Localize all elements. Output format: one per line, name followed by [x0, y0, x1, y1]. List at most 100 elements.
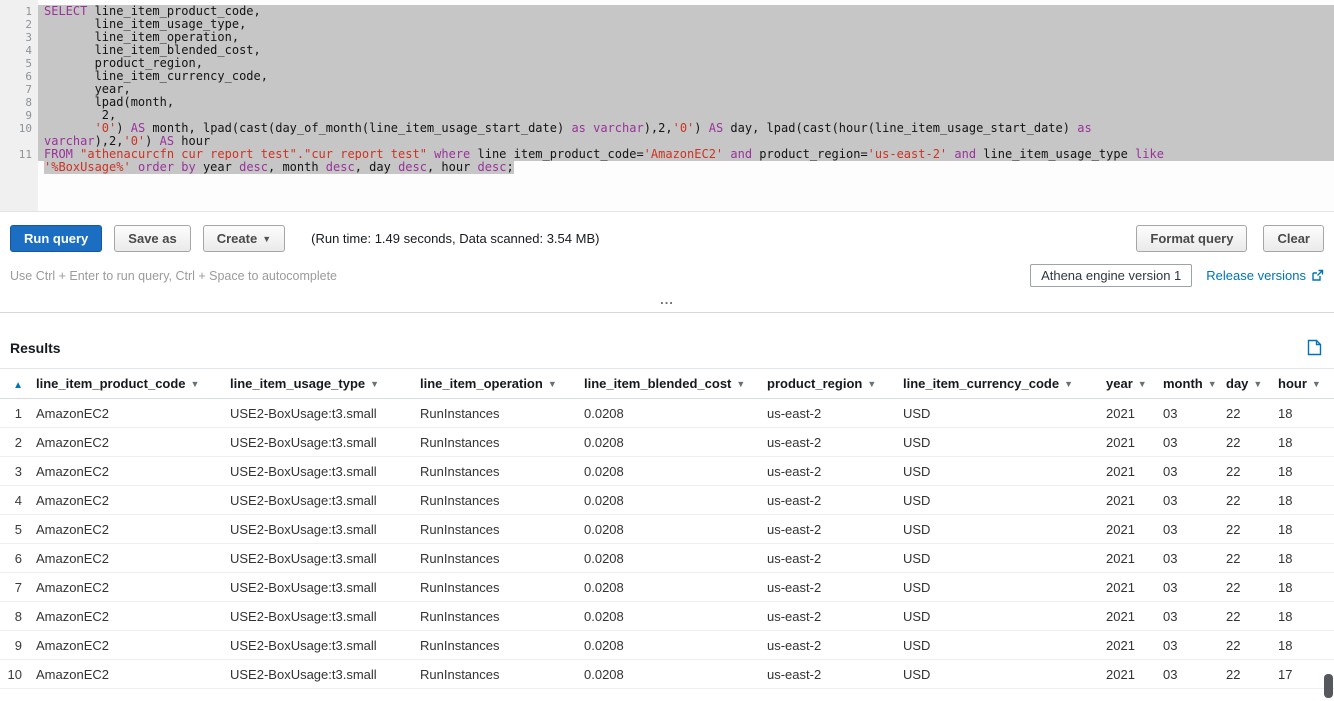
create-dropdown-button[interactable]: Create ▼	[203, 225, 285, 252]
sql-string: '0'	[673, 121, 695, 135]
cell-product_region: us-east-2	[761, 399, 897, 428]
cell-year: 2021	[1100, 573, 1157, 602]
cell-line_item_usage_type: USE2-BoxUsage:t3.small	[224, 399, 414, 428]
cell-product_region: us-east-2	[761, 660, 897, 689]
column-sort-caret-icon[interactable]: ▼	[1208, 379, 1217, 389]
create-label: Create	[217, 231, 257, 246]
row-number: 10	[0, 660, 30, 689]
sort-ascending-icon: ▲	[13, 380, 23, 391]
cell-line_item_usage_type: USE2-BoxUsage:t3.small	[224, 486, 414, 515]
cell-line_item_currency_code: USD	[897, 631, 1100, 660]
cell-line_item_operation: RunInstances	[414, 399, 578, 428]
column-header-line_item_currency_code[interactable]: line_item_currency_code▼	[897, 369, 1100, 399]
column-header-day[interactable]: day▼	[1220, 369, 1272, 399]
cell-line_item_operation: RunInstances	[414, 573, 578, 602]
cell-year: 2021	[1100, 515, 1157, 544]
cell-day: 22	[1220, 399, 1272, 428]
cell-day: 22	[1220, 457, 1272, 486]
cell-line_item_product_code: AmazonEC2	[30, 573, 224, 602]
cell-month: 03	[1157, 631, 1220, 660]
cell-day: 22	[1220, 573, 1272, 602]
cell-month: 03	[1157, 660, 1220, 689]
release-versions-link[interactable]: Release versions	[1206, 268, 1324, 283]
column-header-year[interactable]: year▼	[1100, 369, 1157, 399]
cell-line_item_blended_cost: 0.0208	[578, 602, 761, 631]
sql-string: '0'	[123, 134, 145, 148]
format-query-button[interactable]: Format query	[1136, 225, 1247, 252]
cell-product_region: us-east-2	[761, 457, 897, 486]
column-sort-caret-icon[interactable]: ▼	[191, 379, 200, 389]
engine-version-badge: Athena engine version 1	[1030, 264, 1192, 287]
sql-keyword: like	[1135, 147, 1164, 161]
line-number: 8	[0, 96, 38, 109]
column-label: hour	[1278, 376, 1307, 391]
sql-keyword: order by	[138, 160, 196, 174]
column-header-line_item_blended_cost[interactable]: line_item_blended_cost▼	[578, 369, 761, 399]
column-sort-caret-icon[interactable]: ▼	[1253, 379, 1262, 389]
cell-line_item_usage_type: USE2-BoxUsage:t3.small	[224, 457, 414, 486]
column-sort-caret-icon[interactable]: ▼	[548, 379, 557, 389]
column-header-line_item_product_code[interactable]: line_item_product_code▼	[30, 369, 224, 399]
cell-line_item_product_code: AmazonEC2	[30, 631, 224, 660]
download-results-icon[interactable]	[1307, 339, 1322, 356]
cell-day: 22	[1220, 602, 1272, 631]
external-link-icon	[1311, 269, 1324, 282]
column-sort-caret-icon[interactable]: ▼	[1312, 379, 1321, 389]
cell-line_item_product_code: AmazonEC2	[30, 544, 224, 573]
cell-line_item_blended_cost: 0.0208	[578, 428, 761, 457]
column-header-line_item_operation[interactable]: line_item_operation ▼	[414, 369, 578, 399]
line-number: 2	[0, 18, 38, 31]
query-toolbar: Run query Save as Create▼ (Run time: 1.4…	[0, 212, 1334, 258]
save-as-button[interactable]: Save as	[114, 225, 190, 252]
cell-month: 03	[1157, 399, 1220, 428]
code-line: year,	[38, 83, 1334, 96]
vertical-scrollbar-thumb[interactable]	[1324, 674, 1333, 698]
splitter-drag-handle[interactable]: ...	[660, 297, 674, 303]
sql-keyword: AS	[160, 134, 174, 148]
column-header-line_item_usage_type[interactable]: line_item_usage_type ▼	[224, 369, 414, 399]
code-line: '%BoxUsage%' order by year desc, month d…	[38, 161, 1334, 174]
column-sort-caret-icon[interactable]: ▼	[1064, 379, 1073, 389]
column-label: month	[1163, 376, 1203, 391]
cell-day: 22	[1220, 631, 1272, 660]
sql-text	[131, 160, 138, 174]
column-header-month[interactable]: month ▼	[1157, 369, 1220, 399]
cell-hour: 18	[1272, 515, 1334, 544]
row-number: 2	[0, 428, 30, 457]
cell-line_item_currency_code: USD	[897, 399, 1100, 428]
run-query-button[interactable]: Run query	[10, 225, 102, 252]
clear-button[interactable]: Clear	[1263, 225, 1324, 252]
cell-line_item_blended_cost: 0.0208	[578, 660, 761, 689]
table-row: 7AmazonEC2USE2-BoxUsage:t3.smallRunInsta…	[0, 573, 1334, 602]
chevron-down-icon: ▼	[262, 234, 271, 244]
line-number	[0, 135, 38, 148]
cell-line_item_currency_code: USD	[897, 573, 1100, 602]
column-sort-caret-icon[interactable]: ▼	[867, 379, 876, 389]
sql-text: )	[145, 134, 159, 148]
cell-hour: 18	[1272, 602, 1334, 631]
column-header-hour[interactable]: hour ▼	[1272, 369, 1334, 399]
cell-day: 22	[1220, 544, 1272, 573]
column-label: line_item_usage_type	[230, 376, 365, 391]
pane-splitter: ...	[0, 287, 1334, 313]
column-sort-caret-icon[interactable]: ▼	[1138, 379, 1147, 389]
cell-year: 2021	[1100, 631, 1157, 660]
column-sort-caret-icon[interactable]: ▼	[736, 379, 745, 389]
column-sort-caret-icon[interactable]: ▼	[370, 379, 379, 389]
cell-line_item_operation: RunInstances	[414, 602, 578, 631]
cell-product_region: us-east-2	[761, 428, 897, 457]
sql-editor[interactable]: 1234567891011 SELECT line_item_product_c…	[0, 0, 1334, 212]
line-number: 10	[0, 122, 38, 135]
cell-line_item_currency_code: USD	[897, 428, 1100, 457]
sort-indicator-column[interactable]: ▲	[0, 369, 30, 399]
sql-keyword: varchar	[44, 134, 95, 148]
results-header-row: ▲ line_item_product_code▼line_item_usage…	[0, 369, 1334, 399]
cell-line_item_operation: RunInstances	[414, 428, 578, 457]
editor-code[interactable]: SELECT line_item_product_code, line_item…	[38, 0, 1334, 211]
column-label: line_item_operation	[420, 376, 543, 391]
cell-day: 22	[1220, 486, 1272, 515]
sql-text: year,	[44, 82, 131, 96]
sql-keyword: AS	[131, 121, 145, 135]
cell-line_item_blended_cost: 0.0208	[578, 486, 761, 515]
column-header-product_region[interactable]: product_region▼	[761, 369, 897, 399]
